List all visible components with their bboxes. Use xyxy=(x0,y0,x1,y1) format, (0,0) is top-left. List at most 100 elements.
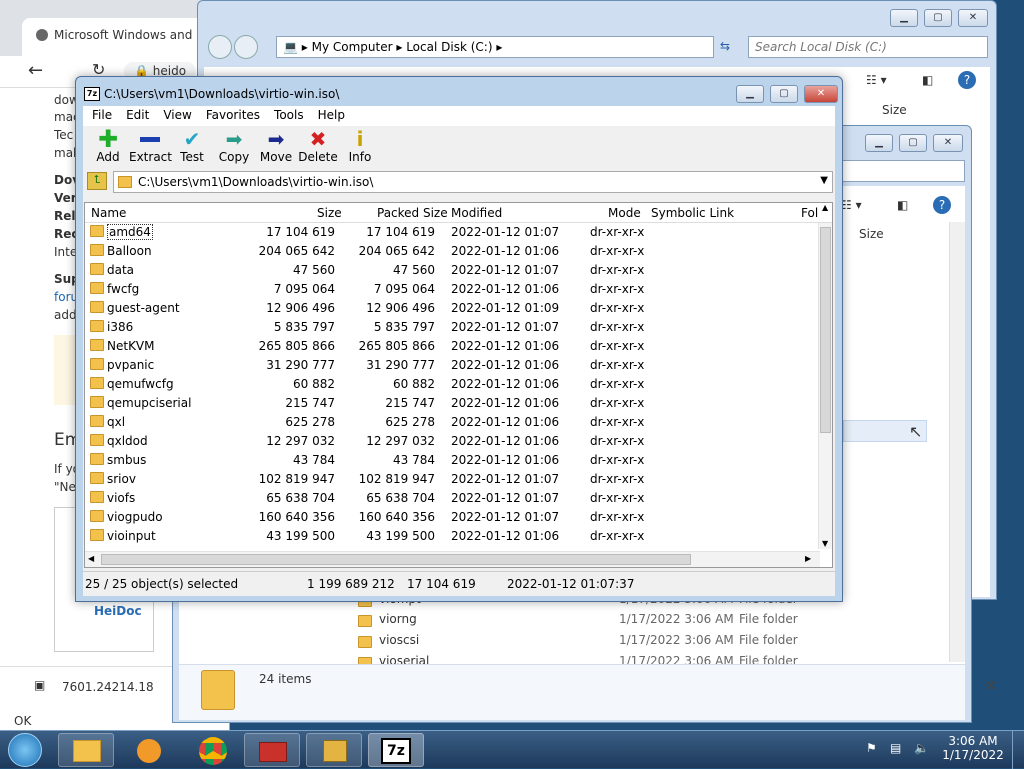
list-row[interactable]: Balloon 204 065 642 204 065 642 2022-01-12 … xyxy=(85,242,832,261)
menu-favorites[interactable]: Favorites xyxy=(199,106,267,126)
maximize-button[interactable]: ▢ xyxy=(899,134,927,152)
info-button[interactable]: i Info xyxy=(339,126,381,170)
path-input[interactable]: C:\Users\vm1\Downloads\virtio-win.iso\ ▼ xyxy=(113,171,833,193)
path-dropdown-icon[interactable]: ▼ xyxy=(820,175,828,186)
add-button[interactable]: ✚ Add xyxy=(87,125,129,170)
scroll-down-icon[interactable]: ▼ xyxy=(822,539,828,548)
menu-edit[interactable]: Edit xyxy=(119,106,156,126)
toolbox-taskbar-button[interactable] xyxy=(244,733,300,767)
sevenzip-logo-icon: 7z xyxy=(84,87,100,101)
row-mode: dr-xr-xr-x xyxy=(590,453,645,467)
horizontal-scrollbar[interactable]: ◀ ▶ xyxy=(85,551,820,567)
vertical-scrollbar[interactable]: ▲ ▼ xyxy=(818,203,832,549)
back-arrow-icon[interactable]: ← xyxy=(28,60,43,81)
explorer-taskbar-button[interactable] xyxy=(58,733,114,767)
parent-folder-icon[interactable]: ⮤ xyxy=(87,172,107,190)
file-row[interactable]: viorng 1/17/2022 3:06 AM File folder xyxy=(353,612,953,630)
close-button[interactable]: ✕ xyxy=(958,9,988,27)
preview-pane-icon[interactable]: ◧ xyxy=(897,198,908,212)
list-row[interactable]: qemufwcfg 60 882 60 882 2022-01-12 01:06 dr-… xyxy=(85,375,832,394)
delete-button[interactable]: ✖ Delete xyxy=(297,126,339,170)
close-download-bar-icon[interactable]: ✕ xyxy=(984,676,997,695)
views-icon[interactable]: ☷ ▾ xyxy=(841,198,862,212)
list-row[interactable]: fwcfg 7 095 064 7 095 064 2022-01-12 01:06 d… xyxy=(85,280,832,299)
row-packed-size: 102 819 947 xyxy=(358,472,435,486)
list-row[interactable]: qxldod 12 297 032 12 297 032 2022-01-12 01:… xyxy=(85,432,832,451)
folder-icon xyxy=(90,472,104,484)
page-text-3: Tec xyxy=(54,128,74,142)
views-icon[interactable]: ☷ ▾ xyxy=(866,73,887,87)
maximize-button[interactable]: ▢ xyxy=(924,9,952,27)
list-row[interactable]: viogpudo 160 640 356 160 640 356 2022-01-12… xyxy=(85,508,832,527)
file-row[interactable]: vioserial 1/17/2022 3:06 AM File folder xyxy=(353,654,953,664)
chrome-taskbar-button[interactable] xyxy=(184,733,240,767)
move-icon: ➡ xyxy=(267,127,285,151)
scroll-left-icon[interactable]: ◀ xyxy=(88,554,94,563)
menu-file[interactable]: File xyxy=(85,106,119,126)
show-desktop-button[interactable] xyxy=(1012,731,1024,769)
col-name[interactable]: Name xyxy=(91,206,126,220)
clock[interactable]: 3:06 AM 1/17/2022 xyxy=(940,734,1006,762)
menu-view[interactable]: View xyxy=(156,106,198,126)
list-row[interactable]: pvpanic 31 290 777 31 290 777 2022-01-12 01… xyxy=(85,356,832,375)
list-row[interactable]: data 47 560 47 560 2022-01-12 01:07 dr-xr-xr… xyxy=(85,261,832,280)
copy-button[interactable]: ➡ Copy xyxy=(213,126,255,170)
col-mode[interactable]: Mode xyxy=(608,206,641,220)
list-row[interactable]: qxl 625 278 625 278 2022-01-12 01:06 dr-xr-x… xyxy=(85,413,832,432)
maximize-button[interactable]: ▢ xyxy=(770,85,798,103)
help-icon[interactable]: ? xyxy=(958,71,976,89)
back-nav-icon[interactable] xyxy=(208,35,232,59)
toolbox-icon xyxy=(259,742,287,762)
close-button[interactable]: ✕ xyxy=(933,134,963,152)
scroll-right-icon[interactable]: ▶ xyxy=(805,554,811,563)
row-modified: 2022-01-12 01:07 xyxy=(451,320,560,334)
sevenzip-taskbar-button[interactable]: 7z xyxy=(368,733,424,767)
col-modified[interactable]: Modified xyxy=(451,206,502,220)
col-symbolic-link[interactable]: Symbolic Link xyxy=(651,206,734,220)
folder-icon xyxy=(90,263,104,275)
col-packed-size[interactable]: Packed Size xyxy=(377,206,448,220)
media-player-taskbar-button[interactable] xyxy=(120,733,176,767)
archiver-taskbar-button[interactable] xyxy=(306,733,362,767)
hscroll-thumb[interactable] xyxy=(101,554,691,565)
folder-path-icon xyxy=(118,176,132,188)
scroll-up-icon[interactable]: ▲ xyxy=(822,203,828,212)
download-item[interactable]: 7601.24214.18 xyxy=(62,680,154,694)
volume-icon[interactable]: 🔈 xyxy=(914,741,929,755)
row-size: 160 640 356 xyxy=(258,510,335,524)
file-row[interactable]: vioscsi 1/17/2022 3:06 AM File folder xyxy=(353,633,953,651)
size-column-header[interactable]: Size xyxy=(882,103,907,117)
list-row[interactable]: sriov 102 819 947 102 819 947 2022-01-12 01… xyxy=(85,470,832,489)
size-column-header[interactable]: Size xyxy=(859,227,884,241)
list-row[interactable]: viofs 65 638 704 65 638 704 2022-01-12 01:0… xyxy=(85,489,832,508)
browser-tab[interactable]: Microsoft Windows and O xyxy=(22,18,222,56)
menu-tools[interactable]: Tools xyxy=(267,106,311,126)
refresh-icon[interactable]: ⇆ xyxy=(720,39,730,53)
list-row[interactable]: smbus 43 784 43 784 2022-01-12 01:06 dr-xr-x… xyxy=(85,451,832,470)
list-row[interactable]: i386 5 835 797 5 835 797 2022-01-12 01:07 dr… xyxy=(85,318,832,337)
search-input[interactable]: Search Local Disk (C:) xyxy=(748,36,988,58)
col-size[interactable]: Size xyxy=(317,206,342,220)
close-button[interactable]: ✕ xyxy=(804,85,838,103)
test-button[interactable]: ✔ Test xyxy=(171,126,213,170)
action-center-icon[interactable]: ⚑ xyxy=(866,741,877,755)
list-row[interactable]: vioinput 43 199 500 43 199 500 2022-01-12 0… xyxy=(85,527,832,546)
help-icon[interactable]: ? xyxy=(933,196,951,214)
list-row[interactable]: NetKVM 265 805 866 265 805 866 2022-01-12 0… xyxy=(85,337,832,356)
col-folders[interactable]: Fol xyxy=(801,206,818,220)
extract-button[interactable]: Extract xyxy=(129,126,172,170)
scroll-thumb[interactable] xyxy=(820,227,831,433)
minimize-button[interactable]: ▁ xyxy=(736,85,764,103)
minimize-button[interactable]: ▁ xyxy=(890,9,918,27)
address-bar[interactable]: 💻 ▸ My Computer ▸ Local Disk (C:) ▸ xyxy=(276,36,714,58)
list-row[interactable]: guest-agent 12 906 496 12 906 496 2022-01-1… xyxy=(85,299,832,318)
network-icon[interactable]: ▤ xyxy=(890,741,901,755)
preview-pane-icon[interactable]: ◧ xyxy=(922,73,933,87)
move-button[interactable]: ➡ Move xyxy=(255,126,297,170)
menu-help[interactable]: Help xyxy=(311,106,352,126)
forward-nav-icon[interactable] xyxy=(234,35,258,59)
start-orb-icon[interactable] xyxy=(8,733,42,767)
list-row[interactable]: qemupciserial 215 747 215 747 2022-01-12 01… xyxy=(85,394,832,413)
minimize-button[interactable]: ▁ xyxy=(865,134,893,152)
list-row[interactable]: amd64 17 104 619 17 104 619 2022-01-12 01:0… xyxy=(85,223,832,242)
